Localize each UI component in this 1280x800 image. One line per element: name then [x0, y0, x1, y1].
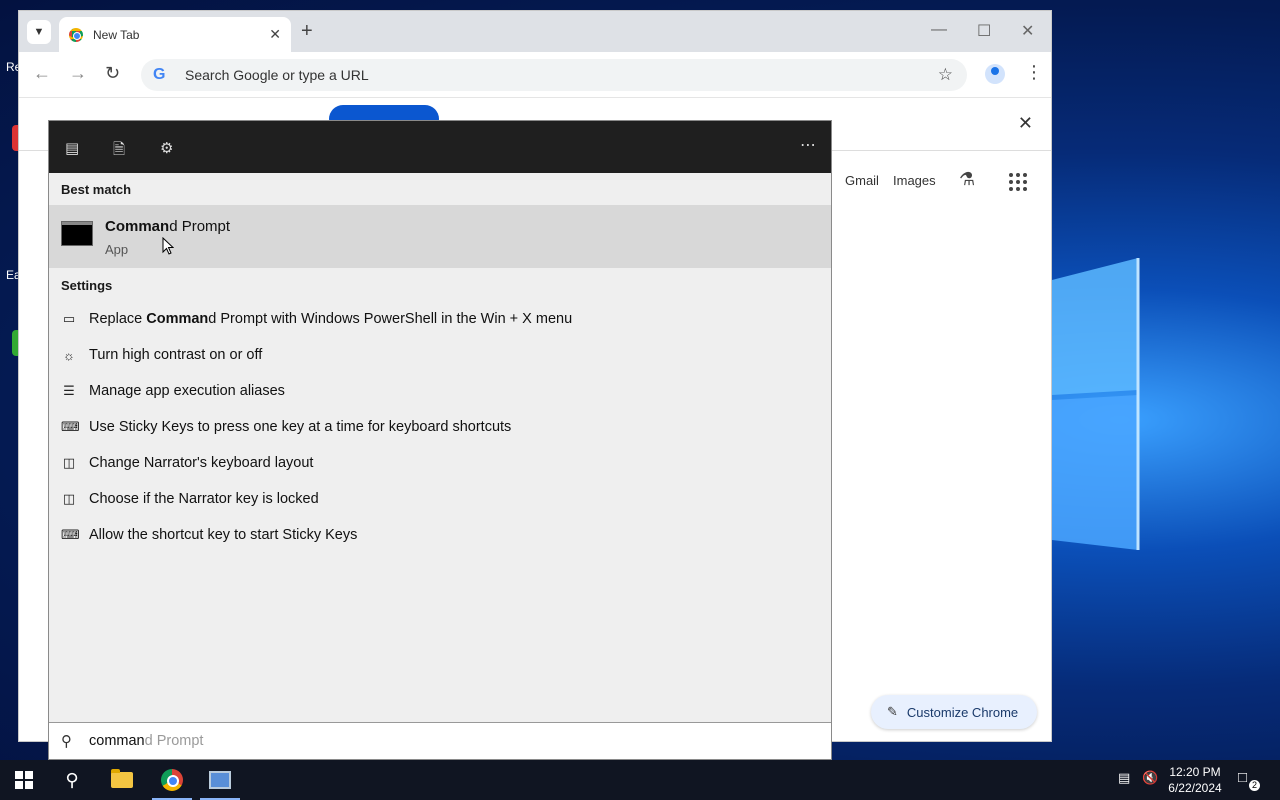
settings-result-label: Allow the shortcut key to start Sticky K…	[89, 527, 358, 543]
documents-filter-icon[interactable]: 🗎	[113, 139, 125, 164]
omnibox-placeholder: Search Google or type a URL	[185, 67, 369, 83]
notification-count-badge: 2	[1249, 780, 1260, 791]
windows-logo-wallpaper	[1052, 258, 1140, 550]
maximize-button[interactable]: ☐	[977, 21, 991, 41]
forward-button[interactable]: →	[69, 63, 87, 84]
settings-result-item[interactable]: ⌨ Allow the shortcut key to start Sticky…	[49, 517, 831, 553]
list-icon: ☰	[63, 383, 75, 398]
best-match-result[interactable]: Command Prompt App	[49, 205, 831, 268]
computer-icon	[209, 771, 231, 789]
apps-filter-icon[interactable]: ▤	[65, 139, 79, 157]
settings-result-label: Choose if the Narrator key is locked	[89, 491, 319, 507]
profile-avatar-icon[interactable]	[985, 64, 1005, 84]
result-text-match: Comman	[146, 311, 209, 327]
pencil-icon: ✎	[887, 704, 898, 719]
settings-result-item[interactable]: ☰ Manage app execution aliases	[49, 373, 831, 409]
infobar-close-icon[interactable]: ✕	[1018, 113, 1033, 134]
omnibox[interactable]: G Search Google or type a URL ☆	[141, 59, 967, 91]
tab-close-icon[interactable]: ✕	[269, 26, 281, 43]
app-taskbar-button[interactable]	[196, 760, 244, 800]
customize-chrome-label: Customize Chrome	[906, 704, 1019, 720]
keyboard-icon: ⌨	[61, 419, 80, 434]
new-tab-button[interactable]: +	[301, 20, 313, 42]
chrome-favicon-icon	[69, 27, 83, 42]
settings-result-item[interactable]: ◫ Change Narrator's keyboard layout	[49, 445, 831, 481]
search-panel-header: ▤ 🗎 ⚙ ⋯	[49, 121, 831, 173]
best-match-subtitle: App	[105, 242, 129, 257]
settings-result-label: Use Sticky Keys to press one key at a ti…	[89, 419, 512, 435]
best-match-title: Command Prompt	[105, 218, 230, 235]
settings-result-item[interactable]: ⌨ Use Sticky Keys to press one key at a …	[49, 409, 831, 445]
best-match-title-rest: d Prompt	[169, 218, 231, 235]
more-options-icon[interactable]: ⋯	[800, 135, 817, 155]
best-match-title-bold: Comman	[105, 218, 170, 235]
chevron-down-icon: ▼	[33, 26, 45, 38]
start-button[interactable]	[0, 760, 48, 800]
settings-heading: Settings	[61, 278, 113, 293]
network-icon[interactable]: ▤	[1118, 770, 1130, 786]
taskbar-search-button[interactable]: ⚲	[48, 760, 96, 800]
clock-time: 12:20 PM	[1169, 765, 1221, 779]
close-window-button[interactable]: ✕	[1021, 21, 1034, 41]
clock-date: 6/22/2024	[1168, 781, 1222, 795]
chrome-icon	[161, 769, 183, 791]
settings-result-label: Change Narrator's keyboard layout	[89, 455, 314, 471]
minimize-button[interactable]: —	[931, 21, 947, 39]
result-text-pre: Replace	[89, 311, 147, 327]
narrator-icon: ◫	[62, 455, 76, 470]
result-text-post: d Prompt with Windows PowerShell in the …	[208, 311, 573, 327]
bookmark-star-icon[interactable]: ☆	[938, 65, 953, 85]
tab-strip: ▼ New Tab ✕ + — ☐ ✕	[19, 11, 1051, 52]
settings-result-item[interactable]: ◫ Choose if the Narrator key is locked	[49, 481, 831, 517]
chrome-taskbar-button[interactable]	[148, 760, 196, 800]
start-search-panel: ▤ 🗎 ⚙ ⋯ Best match Command Prompt App Se…	[48, 120, 832, 760]
sun-icon: ☼	[63, 347, 75, 363]
tab-title: New Tab	[93, 27, 140, 42]
command-prompt-icon	[61, 221, 93, 246]
tab-new-tab[interactable]: New Tab ✕	[59, 17, 291, 52]
google-g-icon: G	[153, 66, 166, 83]
notification-center-icon[interactable]: □	[1238, 769, 1247, 786]
settings-result-label: Manage app execution aliases	[89, 383, 285, 399]
settings-gear-icon[interactable]: ⚙	[160, 139, 173, 157]
images-link[interactable]: Images	[893, 173, 936, 188]
folder-icon	[111, 769, 133, 788]
volume-muted-icon[interactable]: 🔇	[1142, 770, 1158, 786]
narrator-icon: ◫	[62, 491, 76, 506]
search-query-autocomplete: d Prompt	[144, 733, 204, 749]
search-query-typed: comman	[89, 733, 145, 749]
keyboard-icon: ▭	[62, 311, 76, 326]
search-input[interactable]: ⚲ comman d Prompt	[49, 722, 831, 759]
chrome-menu-icon[interactable]: ⋮	[1025, 62, 1043, 83]
settings-result-label: Replace Command Prompt with Windows Powe…	[89, 311, 572, 327]
google-apps-icon[interactable]	[1009, 173, 1027, 191]
mouse-cursor-icon	[162, 237, 174, 255]
labs-flask-icon[interactable]: ⚗	[959, 169, 975, 190]
reload-button[interactable]: ↻	[105, 63, 120, 84]
taskbar-clock[interactable]: 12:20 PM 6/22/2024	[1160, 764, 1230, 796]
settings-result-item[interactable]: ▭ Replace Command Prompt with Windows Po…	[49, 301, 831, 337]
windows-start-icon	[15, 771, 33, 789]
keyboard-icon: ⌨	[61, 527, 80, 542]
customize-chrome-button[interactable]: ✎ Customize Chrome	[871, 695, 1037, 729]
search-icon: ⚲	[61, 733, 72, 750]
back-button[interactable]: ←	[33, 63, 51, 84]
tab-search-button[interactable]: ▼	[27, 20, 51, 44]
settings-result-label: Turn high contrast on or off	[89, 347, 263, 363]
file-explorer-button[interactable]	[98, 760, 146, 800]
browser-toolbar: ← → ↻ G Search Google or type a URL ☆ ⋮	[19, 52, 1051, 98]
taskbar: ⚲ ▤ 🔇 12:20 PM 6/22/2024 □ 2	[0, 760, 1280, 800]
settings-result-item[interactable]: ☼ Turn high contrast on or off	[49, 337, 831, 373]
best-match-heading: Best match	[61, 182, 132, 197]
search-icon: ⚲	[65, 769, 79, 790]
gmail-link[interactable]: Gmail	[845, 173, 879, 188]
